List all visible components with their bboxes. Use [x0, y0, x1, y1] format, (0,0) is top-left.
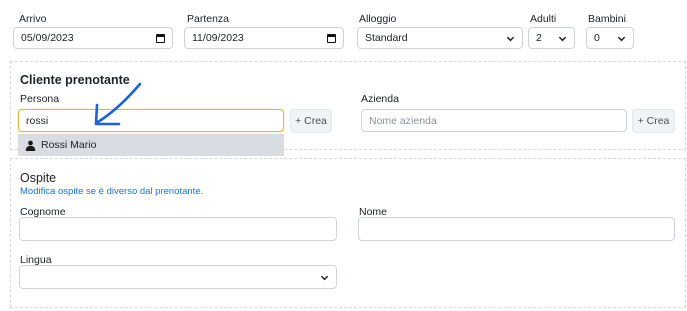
azienda-label: Azienda	[361, 93, 399, 105]
suggestion-label: Rossi Mario	[41, 139, 97, 151]
lingua-select[interactable]	[19, 265, 337, 289]
bambini-label: Bambini	[588, 13, 626, 25]
bambini-select[interactable]: 0	[586, 27, 634, 49]
bambini-value: 0	[594, 32, 600, 44]
cognome-input[interactable]	[19, 217, 337, 241]
user-icon	[25, 140, 36, 151]
partenza-date-input[interactable]: 11/09/2023	[184, 27, 344, 49]
adulti-select[interactable]: 2	[528, 27, 575, 49]
ospite-hint: Modifica ospite se è diverso dal prenota…	[20, 186, 204, 197]
persona-value: rossi	[26, 114, 49, 127]
chevron-down-icon	[617, 36, 626, 41]
alloggio-label: Alloggio	[359, 13, 397, 25]
chevron-down-icon	[558, 36, 567, 41]
calendar-icon[interactable]	[156, 33, 165, 43]
adulti-label: Adulti	[530, 13, 557, 25]
alloggio-select[interactable]: Standard	[357, 27, 523, 49]
crea-persona-button[interactable]: + Crea	[290, 109, 332, 133]
arrow-annotation	[94, 82, 142, 126]
arrivo-label: Arrivo	[19, 13, 47, 25]
azienda-placeholder: Nome azienda	[369, 114, 437, 127]
nome-input[interactable]	[358, 217, 675, 241]
partenza-label: Partenza	[187, 13, 230, 25]
azienda-input[interactable]: Nome azienda	[361, 109, 627, 132]
adulti-value: 2	[536, 32, 542, 44]
chevron-down-icon	[506, 36, 515, 41]
persona-label: Persona	[20, 93, 60, 105]
calendar-icon[interactable]	[327, 33, 336, 43]
suggestion-item[interactable]: Rossi Mario	[18, 134, 284, 156]
partenza-value: 11/09/2023	[192, 32, 244, 44]
ospite-title: Ospite	[20, 171, 57, 185]
arrivo-date-input[interactable]: 05/09/2023	[13, 27, 173, 49]
alloggio-value: Standard	[365, 32, 408, 44]
chevron-down-icon	[320, 275, 329, 280]
persona-search-input[interactable]: rossi	[18, 109, 284, 132]
arrivo-value: 05/09/2023	[21, 32, 74, 44]
crea-azienda-button[interactable]: + Crea	[632, 109, 675, 133]
